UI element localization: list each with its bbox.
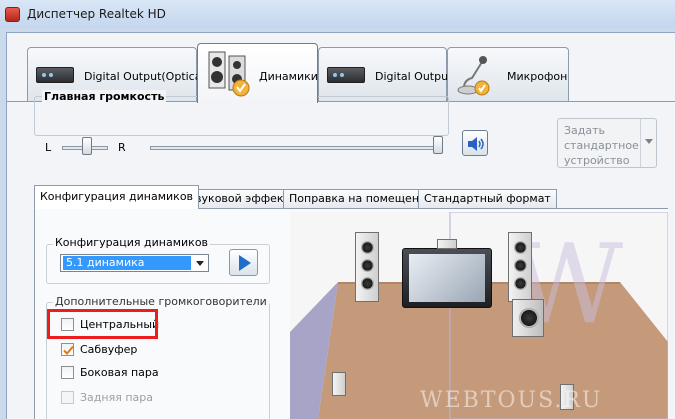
- speaker-volume-icon: [468, 137, 484, 151]
- tab-room-correction[interactable]: Поправка на помещение: [283, 189, 439, 208]
- subwoofer-label: Сабвуфер: [80, 343, 138, 356]
- watermark: WEBTOUS.RU: [420, 388, 603, 413]
- play-icon: [239, 255, 251, 271]
- tab-label: Digital Output: [375, 70, 453, 83]
- default-device-text-2: стандартное: [564, 139, 639, 152]
- balance-slider-thumb[interactable]: [82, 137, 92, 155]
- subwoofer-icon[interactable]: [512, 299, 544, 337]
- tab-label: Динамики: [259, 70, 318, 83]
- rear-left-speaker-icon[interactable]: [332, 372, 346, 396]
- tab-speaker-configuration[interactable]: Конфигурация динамиков: [34, 185, 200, 209]
- tab-default-format[interactable]: Стандартный формат: [418, 189, 557, 208]
- chevron-down-icon: [196, 261, 204, 266]
- volume-slider-track[interactable]: [150, 146, 440, 150]
- tab-digital-output[interactable]: Digital Output: [318, 47, 452, 101]
- checkmark-icon: [63, 345, 74, 355]
- microphone-icon: [457, 56, 490, 96]
- tab-sound-effects[interactable]: Звуковой эффект: [182, 189, 296, 208]
- front-right-speaker-icon[interactable]: [508, 232, 532, 302]
- rear-pair-label: Задняя пара: [80, 391, 153, 404]
- tab-speakers[interactable]: Динамики: [197, 43, 318, 103]
- digital-output-device-icon: [327, 67, 365, 83]
- balance-right-label: R: [118, 141, 126, 154]
- side-pair-label: Боковая пара: [80, 366, 159, 379]
- side-pair-checkbox[interactable]: [61, 366, 74, 379]
- default-device-text-1: Задать: [564, 124, 606, 137]
- chevron-down-icon[interactable]: [640, 119, 656, 167]
- subwoofer-checkbox[interactable]: [61, 343, 74, 356]
- front-left-speaker-icon[interactable]: [355, 232, 379, 302]
- tv-icon: [402, 248, 492, 308]
- speaker-config-value: 5.1 динамика: [63, 256, 191, 270]
- window-title: Диспетчер Realtek HD: [27, 7, 166, 21]
- speaker-config-label: Конфигурация динамиков: [53, 236, 211, 249]
- title-bar: Диспетчер Realtek HD: [0, 0, 675, 28]
- set-default-device-button[interactable]: Задать стандартное устройство: [557, 118, 657, 168]
- tab-microphone[interactable]: Микрофон: [447, 47, 569, 101]
- play-test-button[interactable]: [229, 249, 258, 276]
- speaker-config-select[interactable]: 5.1 динамика: [60, 254, 209, 272]
- app-icon: [5, 7, 20, 22]
- balance-left-label: L: [45, 141, 52, 154]
- rear-pair-checkbox: [61, 391, 74, 404]
- main-volume-label: Главная громкость: [42, 90, 167, 103]
- default-device-text-3: устройство: [564, 154, 630, 167]
- mute-button[interactable]: [462, 130, 488, 156]
- tab-label: Микрофон: [507, 70, 568, 83]
- volume-slider-thumb[interactable]: [433, 136, 443, 154]
- extra-speakers-label: Дополнительные громкоговорители: [53, 295, 269, 308]
- highlight-box: [47, 309, 158, 339]
- center-speaker-icon[interactable]: [437, 239, 457, 249]
- digital-output-device-icon: [36, 67, 74, 83]
- speakers-icon: [208, 51, 250, 97]
- tab-label: Digital Output(Optical): [84, 70, 209, 83]
